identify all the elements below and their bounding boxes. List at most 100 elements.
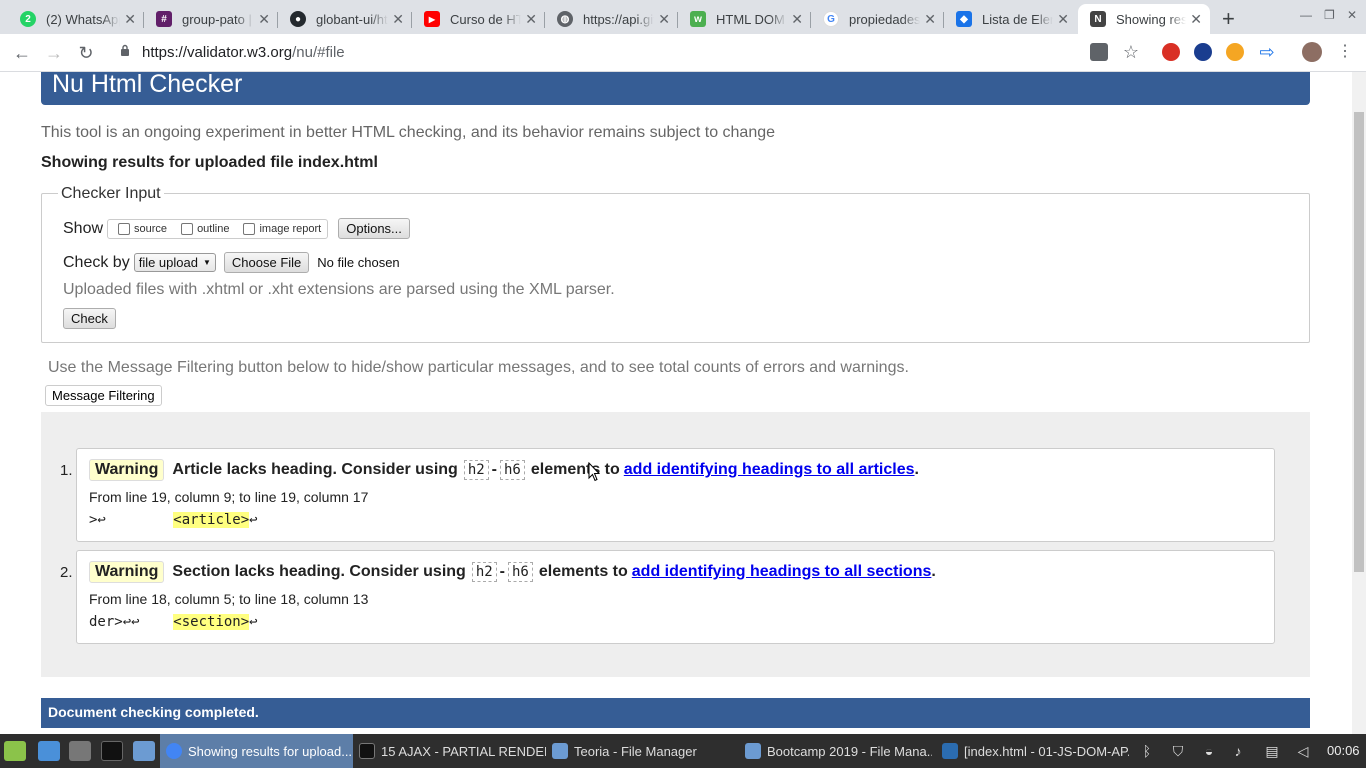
- bookmark-star-icon[interactable]: ☆: [1122, 43, 1140, 61]
- window-label: Teoria - File Manager: [574, 743, 697, 759]
- image-report-label: image report: [259, 222, 322, 235]
- close-tab-icon[interactable]: ✕: [124, 11, 136, 28]
- message-filtering-button[interactable]: Message Filtering: [45, 385, 162, 406]
- results-heading: Showing results for uploaded file index.…: [41, 154, 378, 171]
- tab-api-github[interactable]: ◍ https://api.github.com ✕: [545, 4, 678, 34]
- clipboard-icon[interactable]: ▤: [1264, 743, 1280, 759]
- close-tab-icon[interactable]: ✕: [658, 11, 670, 28]
- tab-lista-elementos[interactable]: ◆ Lista de Elementos ✕: [944, 4, 1077, 34]
- outline-checkbox[interactable]: [181, 222, 194, 235]
- volume-icon[interactable]: ◁: [1295, 743, 1311, 759]
- tab-youtube[interactable]: ▶ Curso de HTML5 ✕: [412, 4, 545, 34]
- github-icon: ●: [290, 11, 306, 27]
- headings-sections-link[interactable]: add identifying headings to all sections: [632, 563, 932, 581]
- close-window-icon[interactable]: ✕: [1347, 8, 1357, 22]
- close-tab-icon[interactable]: ✕: [1190, 11, 1202, 28]
- close-tab-icon[interactable]: ✕: [525, 11, 537, 28]
- close-tab-icon[interactable]: ✕: [1057, 11, 1069, 28]
- extract-highlight: <article>: [173, 512, 250, 528]
- minimize-icon[interactable]: —: [1300, 8, 1312, 22]
- message-number: 2.: [60, 564, 73, 581]
- lock-icon[interactable]: [120, 44, 130, 56]
- notifications-icon[interactable]: ♪: [1230, 743, 1246, 759]
- message-text-end: .: [914, 461, 919, 478]
- tab-slack[interactable]: # group-pato | Slack ✕: [144, 4, 278, 34]
- message-text: Article lacks heading. Consider using: [172, 461, 458, 478]
- tab-whatsapp[interactable]: 2 (2) WhatsApp ✕: [8, 4, 144, 34]
- taskbar-window-bootcamp[interactable]: Bootcamp 2019 - File Mana...: [739, 734, 932, 768]
- forward-icon[interactable]: →: [42, 41, 66, 65]
- mouse-cursor-icon: [588, 462, 600, 482]
- options-button[interactable]: Options...: [338, 218, 410, 239]
- close-tab-icon[interactable]: ✕: [924, 11, 936, 28]
- back-icon[interactable]: ←: [10, 41, 34, 65]
- completion-banner: Document checking completed.: [41, 698, 1310, 728]
- scrollbar-thumb[interactable]: [1354, 112, 1364, 572]
- profile-avatar[interactable]: [1302, 42, 1322, 62]
- browser-toolbar: ← → ↻ https://validator.w3.org/nu/#file …: [0, 34, 1366, 72]
- adblock-icon[interactable]: [1162, 43, 1180, 61]
- extract-prefix: >↩: [89, 512, 174, 528]
- check-by-select[interactable]: file upload ▼: [133, 253, 216, 272]
- bluetooth-icon[interactable]: ᛒ: [1139, 743, 1155, 759]
- translate-icon[interactable]: [1090, 43, 1108, 61]
- menu-kebab-icon[interactable]: ⋮: [1336, 43, 1354, 61]
- slack-icon: #: [156, 11, 172, 27]
- results-list: 1. Warning Article lacks heading. Consid…: [41, 412, 1310, 677]
- experiment-notice: This tool is an ongoing experiment in be…: [41, 124, 776, 141]
- page-title: Nu Html Checker: [41, 72, 1310, 105]
- message-text-mid: elements to: [538, 563, 628, 580]
- no-file-text: No file chosen: [317, 255, 400, 270]
- text-editor-icon[interactable]: [69, 741, 91, 761]
- tab-google[interactable]: G propiedades css ✕: [811, 4, 944, 34]
- shield-icon[interactable]: ⛉: [1170, 743, 1186, 759]
- source-checkbox[interactable]: [118, 222, 131, 235]
- window-label: Showing results for upload...: [188, 743, 353, 759]
- tab-showing-results[interactable]: N Showing results ✕: [1078, 4, 1210, 34]
- headings-articles-link[interactable]: add identifying headings to all articles: [624, 461, 915, 479]
- image-report-checkbox[interactable]: [243, 222, 256, 235]
- choose-file-button[interactable]: Choose File: [223, 252, 310, 273]
- extract-suffix: ↩: [249, 512, 258, 528]
- close-tab-icon[interactable]: ✕: [392, 11, 404, 28]
- terminal-icon: [359, 743, 375, 759]
- restore-icon[interactable]: ❐: [1324, 8, 1335, 22]
- whatsapp-icon: 2: [20, 11, 36, 27]
- taskbar-window-vscode[interactable]: [index.html - 01-JS-DOM-AP...: [936, 734, 1129, 768]
- terminal-icon[interactable]: [101, 741, 123, 761]
- vscode-icon: [942, 743, 958, 759]
- clock[interactable]: 00:06: [1327, 743, 1360, 758]
- tab-github[interactable]: ● globant-ui/html-css ✕: [278, 4, 412, 34]
- check-button[interactable]: Check: [63, 308, 116, 329]
- youtube-icon: ▶: [424, 11, 440, 27]
- tab-html-dom[interactable]: w HTML DOM Events ✕: [678, 4, 811, 34]
- code-h2: h2: [471, 562, 497, 582]
- reload-icon[interactable]: ↻: [74, 41, 98, 65]
- google-icon: G: [823, 11, 839, 27]
- taskbar-window-teoria[interactable]: Teoria - File Manager: [546, 734, 739, 768]
- address-bar[interactable]: https://validator.w3.org/nu/#file: [142, 44, 345, 61]
- taskbar-window-terminal[interactable]: 15 AJAX - PARTIAL RENDER...: [353, 734, 546, 768]
- message-location: From line 19, column 9; to line 19, colu…: [89, 489, 369, 505]
- show-row: Show source outline image report Options…: [63, 218, 410, 239]
- close-tab-icon[interactable]: ✕: [258, 11, 270, 28]
- extract-suffix: ↩: [249, 614, 258, 630]
- taskbar-window-chrome[interactable]: Showing results for upload...: [160, 734, 353, 768]
- close-tab-icon[interactable]: ✕: [791, 11, 803, 28]
- code-extract: >↩ <article>↩: [89, 512, 258, 528]
- extension-gear-icon[interactable]: [1226, 43, 1244, 61]
- dash: -: [491, 461, 497, 478]
- extension-download-icon[interactable]: [1194, 43, 1212, 61]
- message-item: 2. Warning Section lacks heading. Consid…: [60, 550, 1275, 644]
- globe-icon: ◍: [557, 11, 573, 27]
- message-location: From line 18, column 5; to line 18, colu…: [89, 591, 369, 607]
- files-icon[interactable]: [133, 741, 155, 761]
- mint-menu-icon[interactable]: [4, 741, 26, 761]
- message-text-mid: elements to: [530, 461, 620, 478]
- show-desktop-icon[interactable]: [38, 741, 60, 761]
- new-tab-button[interactable]: +: [1222, 6, 1235, 32]
- extract-highlight: <section>: [173, 614, 250, 630]
- wifi-icon[interactable]: ◒: [1201, 743, 1217, 759]
- warning-badge: Warning: [89, 459, 165, 481]
- extension-arrow-icon[interactable]: ⇨: [1258, 43, 1276, 61]
